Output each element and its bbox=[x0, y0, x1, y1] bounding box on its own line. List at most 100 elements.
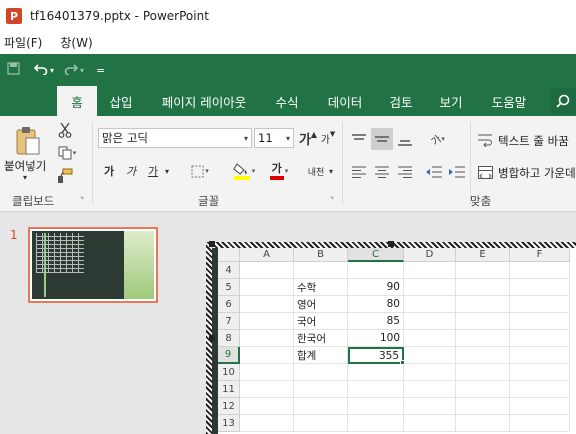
merge-center-icon[interactable] bbox=[476, 162, 494, 182]
table-cell[interactable] bbox=[510, 313, 570, 330]
align-center-button[interactable] bbox=[371, 162, 393, 182]
search-icon[interactable] bbox=[550, 88, 576, 114]
tab-formulas[interactable]: 수식 bbox=[266, 86, 308, 116]
table-cell[interactable] bbox=[294, 415, 348, 432]
undo-icon[interactable] bbox=[33, 62, 48, 79]
column-header[interactable]: C bbox=[348, 248, 404, 262]
table-cell[interactable] bbox=[510, 296, 570, 313]
column-header[interactable]: B bbox=[294, 248, 348, 262]
table-cell[interactable] bbox=[240, 313, 294, 330]
table-cell[interactable] bbox=[456, 296, 510, 313]
table-cell[interactable] bbox=[510, 330, 570, 347]
customize-qat-icon[interactable]: = bbox=[96, 64, 105, 77]
table-cell[interactable]: 영어 bbox=[294, 296, 348, 313]
font-launcher-icon[interactable]: ⌝ bbox=[330, 196, 334, 205]
align-middle-button[interactable] bbox=[371, 128, 393, 150]
shrink-font-button[interactable]: 가 ▼ bbox=[320, 128, 336, 148]
table-cell[interactable] bbox=[348, 415, 404, 432]
table-cell[interactable]: 90 bbox=[348, 279, 404, 296]
grow-font-button[interactable]: 가 ▲ bbox=[299, 128, 317, 148]
table-cell[interactable] bbox=[404, 415, 456, 432]
orientation-button[interactable]: 가 ▾ bbox=[424, 128, 452, 150]
underline-button[interactable]: 가 bbox=[146, 162, 160, 180]
table-cell[interactable]: 합계 bbox=[294, 347, 348, 364]
align-right-button[interactable] bbox=[394, 162, 416, 182]
table-cell[interactable] bbox=[510, 398, 570, 415]
table-cell[interactable] bbox=[456, 262, 510, 279]
tab-help[interactable]: 도움말 bbox=[482, 86, 536, 116]
table-cell[interactable] bbox=[404, 313, 456, 330]
resize-handle[interactable] bbox=[209, 335, 215, 341]
row-header[interactable]: 8 bbox=[218, 330, 240, 347]
decrease-indent-button[interactable] bbox=[424, 162, 444, 182]
slide-thumbnail[interactable] bbox=[28, 227, 158, 303]
column-header[interactable]: F bbox=[510, 248, 570, 262]
format-painter-icon[interactable] bbox=[56, 167, 74, 185]
tab-data[interactable]: 데이터 bbox=[318, 86, 372, 116]
borders-button[interactable]: ▾ bbox=[186, 162, 214, 180]
table-cell[interactable] bbox=[456, 364, 510, 381]
table-cell[interactable] bbox=[240, 381, 294, 398]
column-header[interactable]: A bbox=[240, 248, 294, 262]
row-header[interactable]: 13 bbox=[218, 415, 240, 432]
table-cell[interactable] bbox=[404, 330, 456, 347]
table-cell[interactable] bbox=[456, 415, 510, 432]
redo-dropdown-icon[interactable]: ▾ bbox=[80, 66, 84, 75]
table-cell[interactable] bbox=[510, 415, 570, 432]
row-header[interactable]: 9 bbox=[218, 347, 240, 364]
table-cell[interactable] bbox=[240, 330, 294, 347]
table-cell[interactable] bbox=[240, 398, 294, 415]
table-cell[interactable] bbox=[510, 364, 570, 381]
table-cell[interactable]: 85 bbox=[348, 313, 404, 330]
align-top-button[interactable] bbox=[348, 130, 370, 150]
paste-dropdown-icon[interactable]: ▾ bbox=[18, 172, 32, 182]
table-cell[interactable] bbox=[510, 279, 570, 296]
table-cell[interactable] bbox=[456, 398, 510, 415]
wrap-text-button[interactable]: 텍스트 줄 바꿈 bbox=[498, 133, 569, 149]
row-header[interactable]: 7 bbox=[218, 313, 240, 330]
row-header[interactable]: 6 bbox=[218, 296, 240, 313]
row-header[interactable]: 10 bbox=[218, 364, 240, 381]
table-cell[interactable] bbox=[404, 364, 456, 381]
table-cell[interactable] bbox=[456, 279, 510, 296]
table-cell[interactable] bbox=[294, 398, 348, 415]
cut-icon[interactable] bbox=[56, 121, 74, 139]
table-cell[interactable] bbox=[404, 347, 456, 364]
table-cell[interactable] bbox=[510, 381, 570, 398]
save-icon[interactable] bbox=[7, 61, 20, 79]
clipboard-launcher-icon[interactable]: ⌝ bbox=[80, 196, 84, 205]
resize-handle[interactable] bbox=[388, 241, 394, 247]
wrap-text-icon[interactable] bbox=[476, 130, 494, 150]
menu-window[interactable]: 창(W) bbox=[60, 34, 92, 51]
table-cell[interactable] bbox=[240, 415, 294, 432]
align-left-button[interactable] bbox=[348, 162, 370, 182]
bold-button[interactable]: 가 bbox=[102, 162, 116, 180]
row-header[interactable]: 5 bbox=[218, 279, 240, 296]
tab-home[interactable]: 홈 bbox=[57, 86, 97, 116]
table-cell[interactable] bbox=[348, 381, 404, 398]
resize-handle[interactable] bbox=[209, 241, 215, 247]
table-cell[interactable] bbox=[294, 381, 348, 398]
italic-button[interactable]: 가 bbox=[124, 162, 138, 180]
tab-view[interactable]: 보기 bbox=[430, 86, 472, 116]
undo-dropdown-icon[interactable]: ▾ bbox=[50, 66, 54, 75]
table-cell[interactable] bbox=[294, 262, 348, 279]
table-cell[interactable] bbox=[348, 364, 404, 381]
row-header[interactable]: 12 bbox=[218, 398, 240, 415]
table-cell[interactable]: 국어 bbox=[294, 313, 348, 330]
align-bottom-button[interactable] bbox=[394, 130, 416, 150]
font-color-button[interactable]: 가 ▾ bbox=[264, 160, 294, 182]
table-cell[interactable] bbox=[510, 347, 570, 364]
row-header[interactable]: 4 bbox=[218, 262, 240, 279]
table-cell[interactable] bbox=[240, 347, 294, 364]
tab-insert[interactable]: 삽입 bbox=[100, 86, 142, 116]
table-cell[interactable] bbox=[510, 262, 570, 279]
table-cell[interactable] bbox=[404, 296, 456, 313]
column-header[interactable]: D bbox=[404, 248, 456, 262]
table-cell[interactable]: 한국어 bbox=[294, 330, 348, 347]
increase-indent-button[interactable] bbox=[447, 162, 467, 182]
table-cell[interactable] bbox=[456, 381, 510, 398]
selected-cell[interactable]: 355 bbox=[348, 347, 404, 364]
font-name-combo[interactable]: 맑은 고딕 ▾ bbox=[98, 128, 252, 148]
phonetic-guide-button[interactable]: 내천 bbox=[306, 162, 326, 180]
